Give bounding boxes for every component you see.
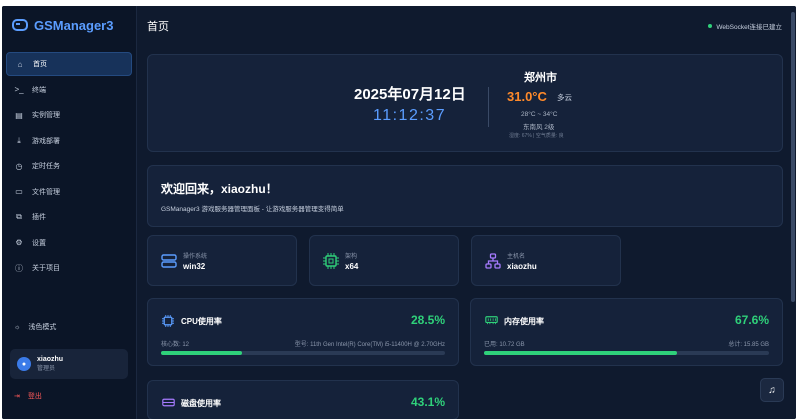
info-icon: ⓘ — [15, 263, 23, 273]
memory-usage-percent: 67.6% — [734, 313, 769, 327]
sidebar-item-label: 关于项目 — [32, 265, 60, 272]
disk-icon — [162, 398, 175, 407]
user-name: xiaozhu — [37, 356, 64, 363]
info-label: 主机名 — [507, 254, 526, 260]
welcome-title: 欢迎回来，xiaozhu！ — [161, 182, 278, 196]
clock-weather-card: 2025年07月12日 11:12:37 郑州市 31.0°C 多云 28°C … — [147, 54, 783, 152]
sidebar-item-label: 插件 — [32, 214, 46, 221]
sidebar-item-deploy[interactable]: ⤓ 游戏部署 — [6, 129, 132, 153]
info-label: 操作系统 — [183, 254, 208, 260]
hostname-info-card: 主机名 xiaozhu — [471, 235, 621, 286]
music-note-icon: ♫ — [768, 384, 776, 396]
home-icon: ⌂ — [17, 59, 23, 69]
sidebar-item-label: 定时任务 — [32, 163, 60, 170]
app-window: GSManager3 ⌂ 首页 >_ 终端 ▤ 实例管理 ⤓ 游戏部署 ◷ 定时… — [2, 6, 796, 419]
sidebar-item-label: 终端 — [32, 86, 46, 94]
cpu-cores: 核心数: 12 — [161, 342, 190, 348]
sidebar-item-scheduled-tasks[interactable]: ◷ 定时任务 — [6, 154, 132, 178]
memory-usage-card: 内存使用率 67.6% 已用: 10.72 GB 总计: 15.85 GB — [470, 298, 783, 366]
sidebar-item-label: 游戏部署 — [32, 137, 60, 145]
websocket-status: WebSocket连接已建立 — [708, 21, 782, 31]
sidebar-item-label: 设置 — [32, 239, 46, 247]
current-time: 11:12:37 — [373, 107, 447, 124]
server-icon: ▤ — [15, 110, 23, 120]
logout-label: 登出 — [27, 393, 42, 400]
weather-humidity: 湿度: 67% | 空气质量: 良 — [509, 133, 564, 139]
sun-icon: ☼ — [14, 323, 21, 331]
app-logo[interactable]: GSManager3 — [12, 16, 113, 34]
theme-toggle-button[interactable]: ☼ 浅色模式 — [14, 322, 56, 332]
websocket-status-label: WebSocket连接已建立 — [716, 24, 782, 31]
sidebar-item-instances[interactable]: ▤ 实例管理 — [6, 103, 132, 127]
memory-usage-bar — [484, 351, 769, 355]
weather-city: 郑州市 — [524, 72, 557, 84]
sidebar-item-label: 首页 — [33, 61, 47, 68]
info-label: 架构 — [345, 254, 358, 260]
avatar: ● — [17, 357, 31, 371]
memory-usage-title: 内存使用率 — [504, 317, 544, 326]
cpu-usage-bar-fill — [161, 351, 242, 355]
disk-usage-percent: 43.1% — [410, 395, 445, 409]
weather-range: 28°C ~ 34°C — [521, 111, 558, 118]
status-dot-icon — [708, 24, 713, 28]
sidebar-item-home[interactable]: ⌂ 首页 — [6, 52, 132, 76]
download-icon: ⤓ — [17, 135, 21, 145]
sidebar-item-files[interactable]: ▭ 文件管理 — [6, 180, 132, 204]
sidebar-item-about[interactable]: ⓘ 关于项目 — [6, 256, 132, 280]
sidebar-item-terminal[interactable]: >_ 终端 — [6, 78, 132, 102]
memory-icon — [485, 316, 498, 325]
sidebar-item-plugins[interactable]: ⧉ 插件 — [6, 205, 132, 229]
plugin-icon: ⧉ — [16, 212, 22, 221]
cpu-usage-card: CPU使用率 28.5% 核心数: 12 型号: 11th Gen Intel(… — [147, 298, 459, 366]
server-icon — [161, 254, 177, 268]
topbar: 首页 WebSocket连接已建立 — [137, 6, 796, 42]
cpu-usage-percent: 28.5% — [410, 313, 445, 327]
info-value: win32 — [183, 262, 206, 271]
welcome-card: 欢迎回来，xiaozhu！ GSManager3 游戏服务器管理面板 - 让游戏… — [147, 165, 783, 227]
sidebar-item-label: 实例管理 — [32, 112, 60, 119]
gear-icon: ⚙ — [15, 238, 23, 247]
memory-usage-bar-fill — [484, 351, 677, 355]
divider — [488, 87, 489, 127]
network-icon — [485, 253, 501, 269]
logout-button[interactable]: ⇥ 登出 — [14, 391, 42, 401]
disk-usage-card: 磁盘使用率 43.1% — [147, 380, 459, 419]
memory-total: 总计: 15.85 GB — [728, 342, 769, 348]
cpu-model: 型号: 11th Gen Intel(R) Core(TM) i5-11400H… — [294, 342, 445, 348]
sidebar-item-label: 文件管理 — [32, 188, 60, 196]
page-title: 首页 — [147, 21, 169, 33]
memory-used: 已用: 10.72 GB — [484, 342, 525, 348]
current-date: 2025年07月12日 — [354, 86, 466, 103]
info-value: x64 — [345, 262, 359, 271]
sidebar-nav: ⌂ 首页 >_ 终端 ▤ 实例管理 ⤓ 游戏部署 ◷ 定时任务 ▭ 文件管理 ⧉… — [6, 52, 132, 282]
cpu-usage-title: CPU使用率 — [181, 317, 222, 326]
user-role: 管理员 — [37, 366, 56, 372]
terminal-icon: >_ — [14, 85, 24, 94]
weather-condition: 多云 — [557, 93, 572, 102]
disk-usage-title: 磁盘使用率 — [181, 399, 221, 408]
music-button[interactable]: ♫ — [760, 378, 784, 402]
folder-icon: ▭ — [15, 187, 23, 196]
cpu-usage-bar — [161, 351, 445, 355]
gamepad-icon — [12, 19, 28, 31]
sidebar-item-settings[interactable]: ⚙ 设置 — [6, 231, 132, 255]
chip-icon — [323, 253, 339, 269]
clock-icon: ◷ — [15, 161, 23, 171]
arch-info-card: 架构 x64 — [309, 235, 459, 286]
scrollbar[interactable] — [790, 6, 796, 419]
theme-toggle-label: 浅色模式 — [28, 324, 57, 331]
os-info-card: 操作系统 win32 — [147, 235, 297, 286]
scrollbar-thumb[interactable] — [791, 12, 795, 302]
weather-wind: 东南风 2级 — [523, 124, 555, 131]
sidebar: GSManager3 ⌂ 首页 >_ 终端 ▤ 实例管理 ⤓ 游戏部署 ◷ 定时… — [2, 6, 137, 419]
weather-temperature: 31.0°C — [507, 89, 547, 104]
chip-icon — [162, 315, 174, 327]
welcome-subtitle: GSManager3 游戏服务器管理面板 - 让游戏服务器管理变得简单 — [161, 206, 344, 213]
app-title: GSManager3 — [34, 17, 114, 33]
logout-icon: ⇥ — [14, 393, 20, 400]
user-card[interactable]: ● xiaozhu 管理员 — [10, 349, 128, 379]
info-value: xiaozhu — [507, 262, 537, 271]
